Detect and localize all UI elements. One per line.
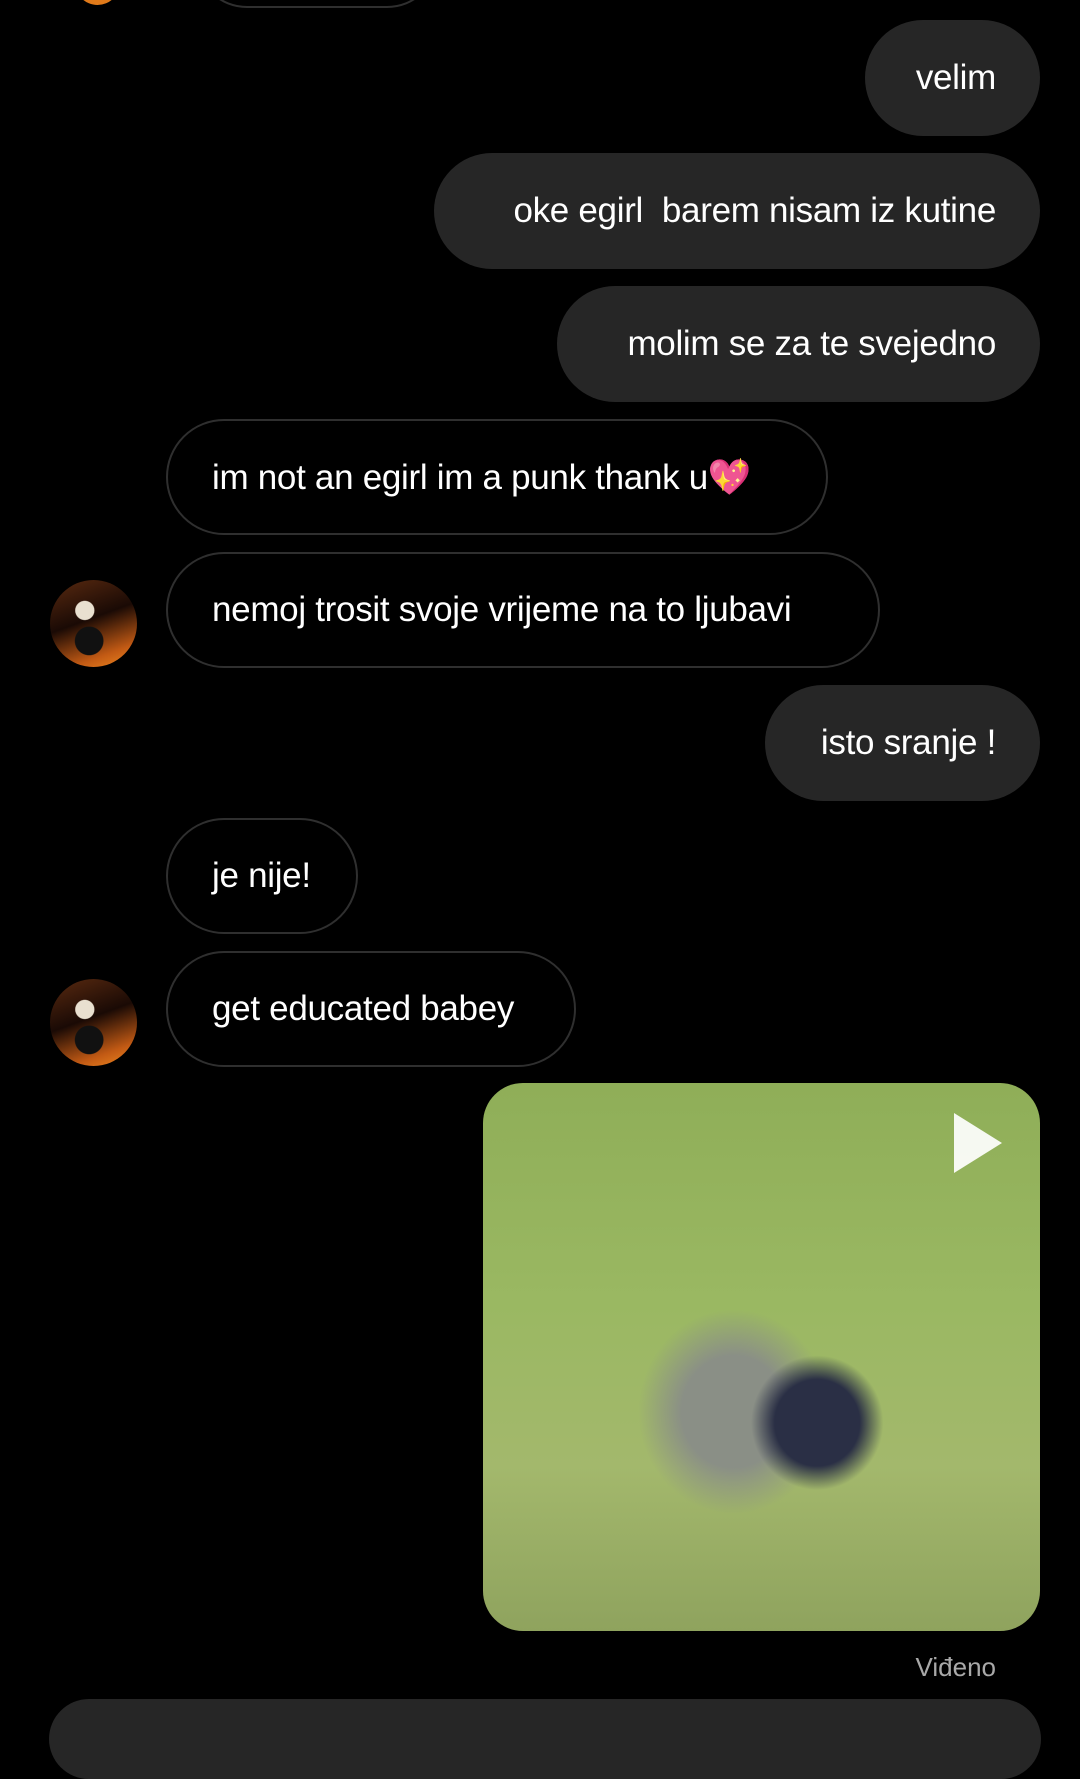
- message-incoming[interactable]: im not an egirl im a punk thank u💖: [166, 419, 828, 535]
- message-incoming[interactable]: je nije!: [166, 818, 358, 934]
- sender-avatar[interactable]: [50, 979, 137, 1066]
- message-text: isto sranje !: [820, 723, 996, 762]
- message-text: nemoj trosit svoje vrijeme na to ljubavi: [212, 590, 792, 629]
- play-icon[interactable]: [954, 1113, 1002, 1173]
- message-outgoing[interactable]: velim: [865, 20, 1040, 136]
- avatar[interactable]: [75, 0, 120, 5]
- seen-status: Viđeno: [915, 1652, 997, 1682]
- message-composer[interactable]: [49, 1699, 1041, 1779]
- message-text: get educated babey: [212, 989, 515, 1028]
- video-message[interactable]: [483, 1083, 1040, 1631]
- message-outgoing[interactable]: molim se za te svejedno: [557, 286, 1040, 402]
- message-outgoing[interactable]: oke egirl barem nisam iz kutine: [434, 153, 1040, 269]
- message-text: je nije!: [212, 856, 311, 895]
- message-text: im not an egirl im a punk thank u💖: [212, 457, 752, 497]
- message-incoming[interactable]: get educated babey: [166, 951, 576, 1067]
- message-bubble-partial: [195, 0, 439, 8]
- sender-avatar[interactable]: [50, 580, 137, 667]
- message-text: velim: [915, 58, 996, 97]
- message-incoming[interactable]: nemoj trosit svoje vrijeme na to ljubavi: [166, 552, 880, 668]
- message-text: oke egirl barem nisam iz kutine: [513, 191, 996, 230]
- message-text: molim se za te svejedno: [627, 324, 996, 363]
- message-outgoing[interactable]: isto sranje !: [765, 685, 1040, 801]
